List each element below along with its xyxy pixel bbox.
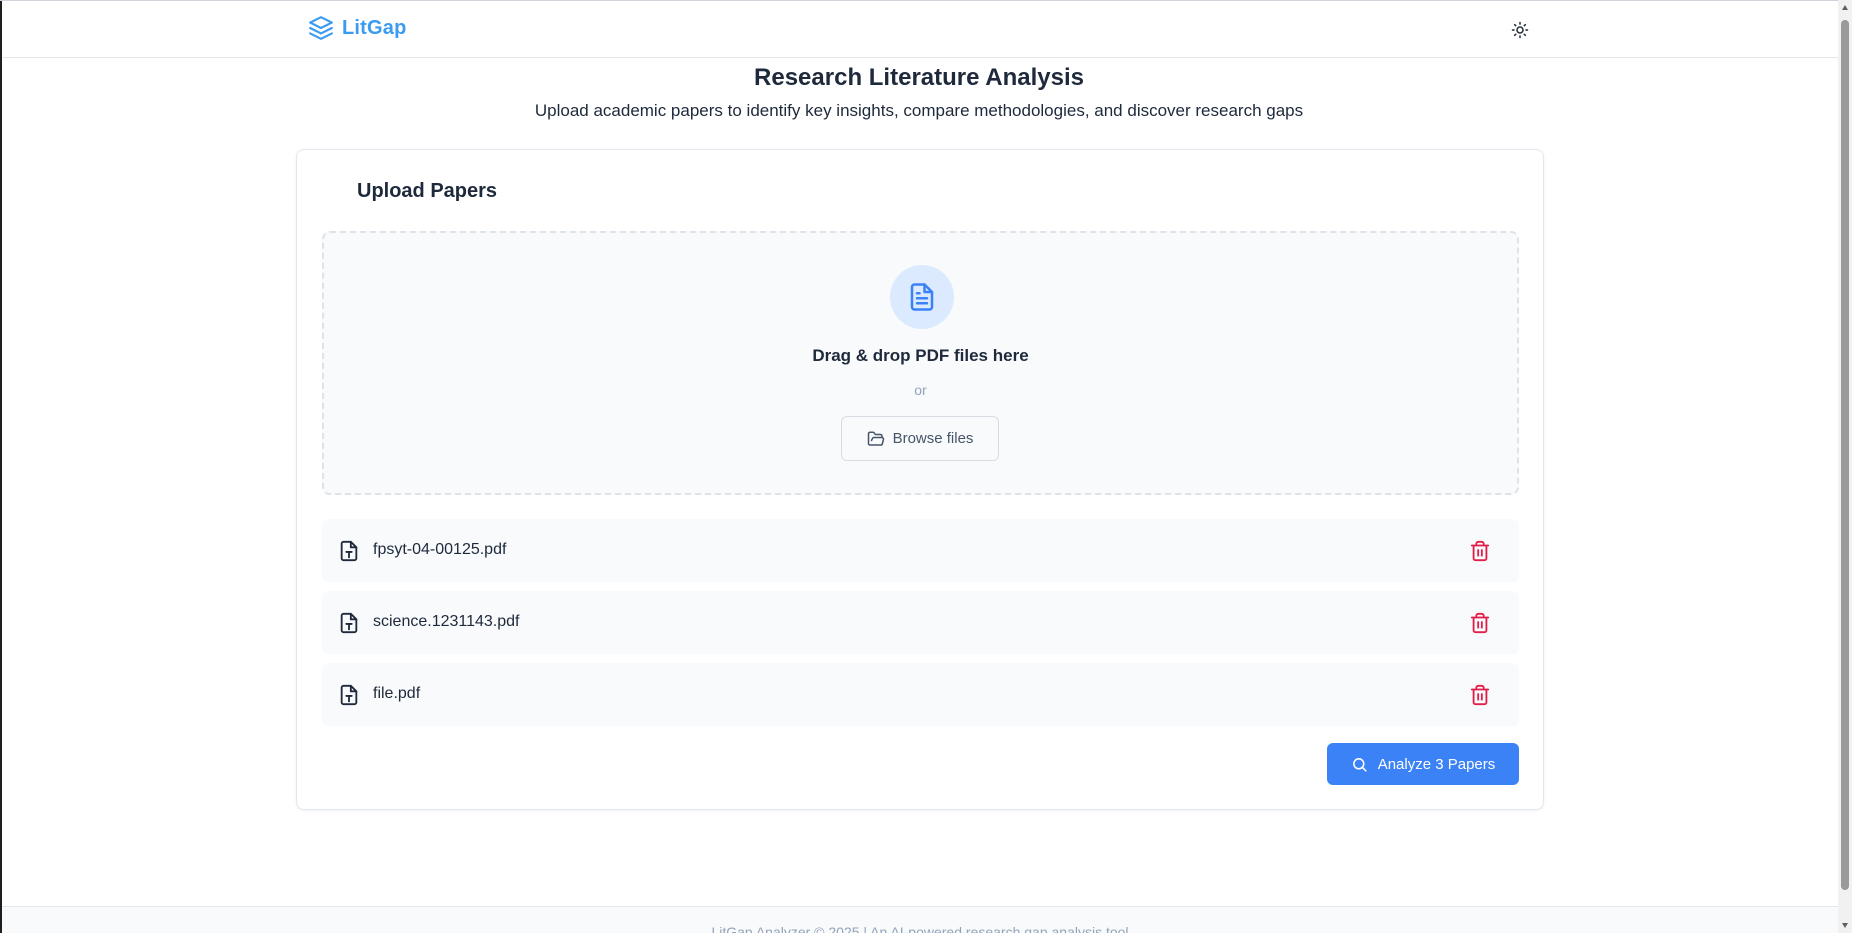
delete-file-button[interactable] [1466,537,1494,565]
folder-open-icon [867,431,884,446]
brand-link[interactable]: LitGap [308,15,407,41]
file-text-icon [910,283,934,311]
dropzone-icon-badge [890,265,954,329]
trash-icon [1470,612,1490,634]
browse-files-label: Browse files [892,430,974,447]
dropzone-title: Drag & drop PDF files here [812,346,1029,365]
upload-card-title: Upload Papers [357,180,498,202]
file-type-icon [340,612,358,634]
file-list-item: fpsyt-04-00125.pdf [322,519,1519,582]
layers-icon [309,16,333,40]
file-type-icon [340,684,358,706]
delete-file-button[interactable] [1466,609,1494,637]
delete-file-button[interactable] [1466,681,1494,709]
file-dropzone[interactable]: Drag & drop PDF files here or Browse fil… [322,231,1519,495]
trash-icon [1470,540,1490,562]
file-list-item: science.1231143.pdf [322,591,1519,654]
page-subtitle: Upload academic papers to identify key i… [534,101,1304,120]
search-icon [1352,757,1367,772]
file-name: science.1231143.pdf [373,613,520,630]
file-type-icon [340,540,358,562]
theme-toggle-button[interactable] [1506,16,1534,44]
file-name: fpsyt-04-00125.pdf [373,541,507,558]
page-scrollbar[interactable] [1838,0,1852,933]
page-footer: LitGap Analyzer © 2025 | An AI-powered r… [2,906,1838,933]
scroll-up-arrow-icon[interactable] [1841,4,1849,12]
file-name: file.pdf [373,685,421,702]
brand-name: LitGap [342,16,407,39]
analyze-papers-button[interactable]: Analyze 3 Papers [1327,743,1519,785]
file-list-item: file.pdf [322,663,1519,726]
scroll-down-arrow-icon[interactable] [1841,921,1849,929]
window-edge [0,0,2,933]
analyze-papers-label: Analyze 3 Papers [1377,755,1496,773]
page-title: Research Literature Analysis [754,64,1084,91]
sun-icon [1511,21,1529,39]
trash-icon [1470,684,1490,706]
app-header: LitGap [2,1,1838,58]
browse-files-button[interactable]: Browse files [841,416,999,461]
footer-text: LitGap Analyzer © 2025 | An AI-powered r… [711,924,1129,933]
dropzone-or: or [914,382,927,398]
upload-card: Upload Papers Drag & drop PDF files here… [296,149,1544,810]
scrollbar-thumb[interactable] [1841,20,1849,890]
